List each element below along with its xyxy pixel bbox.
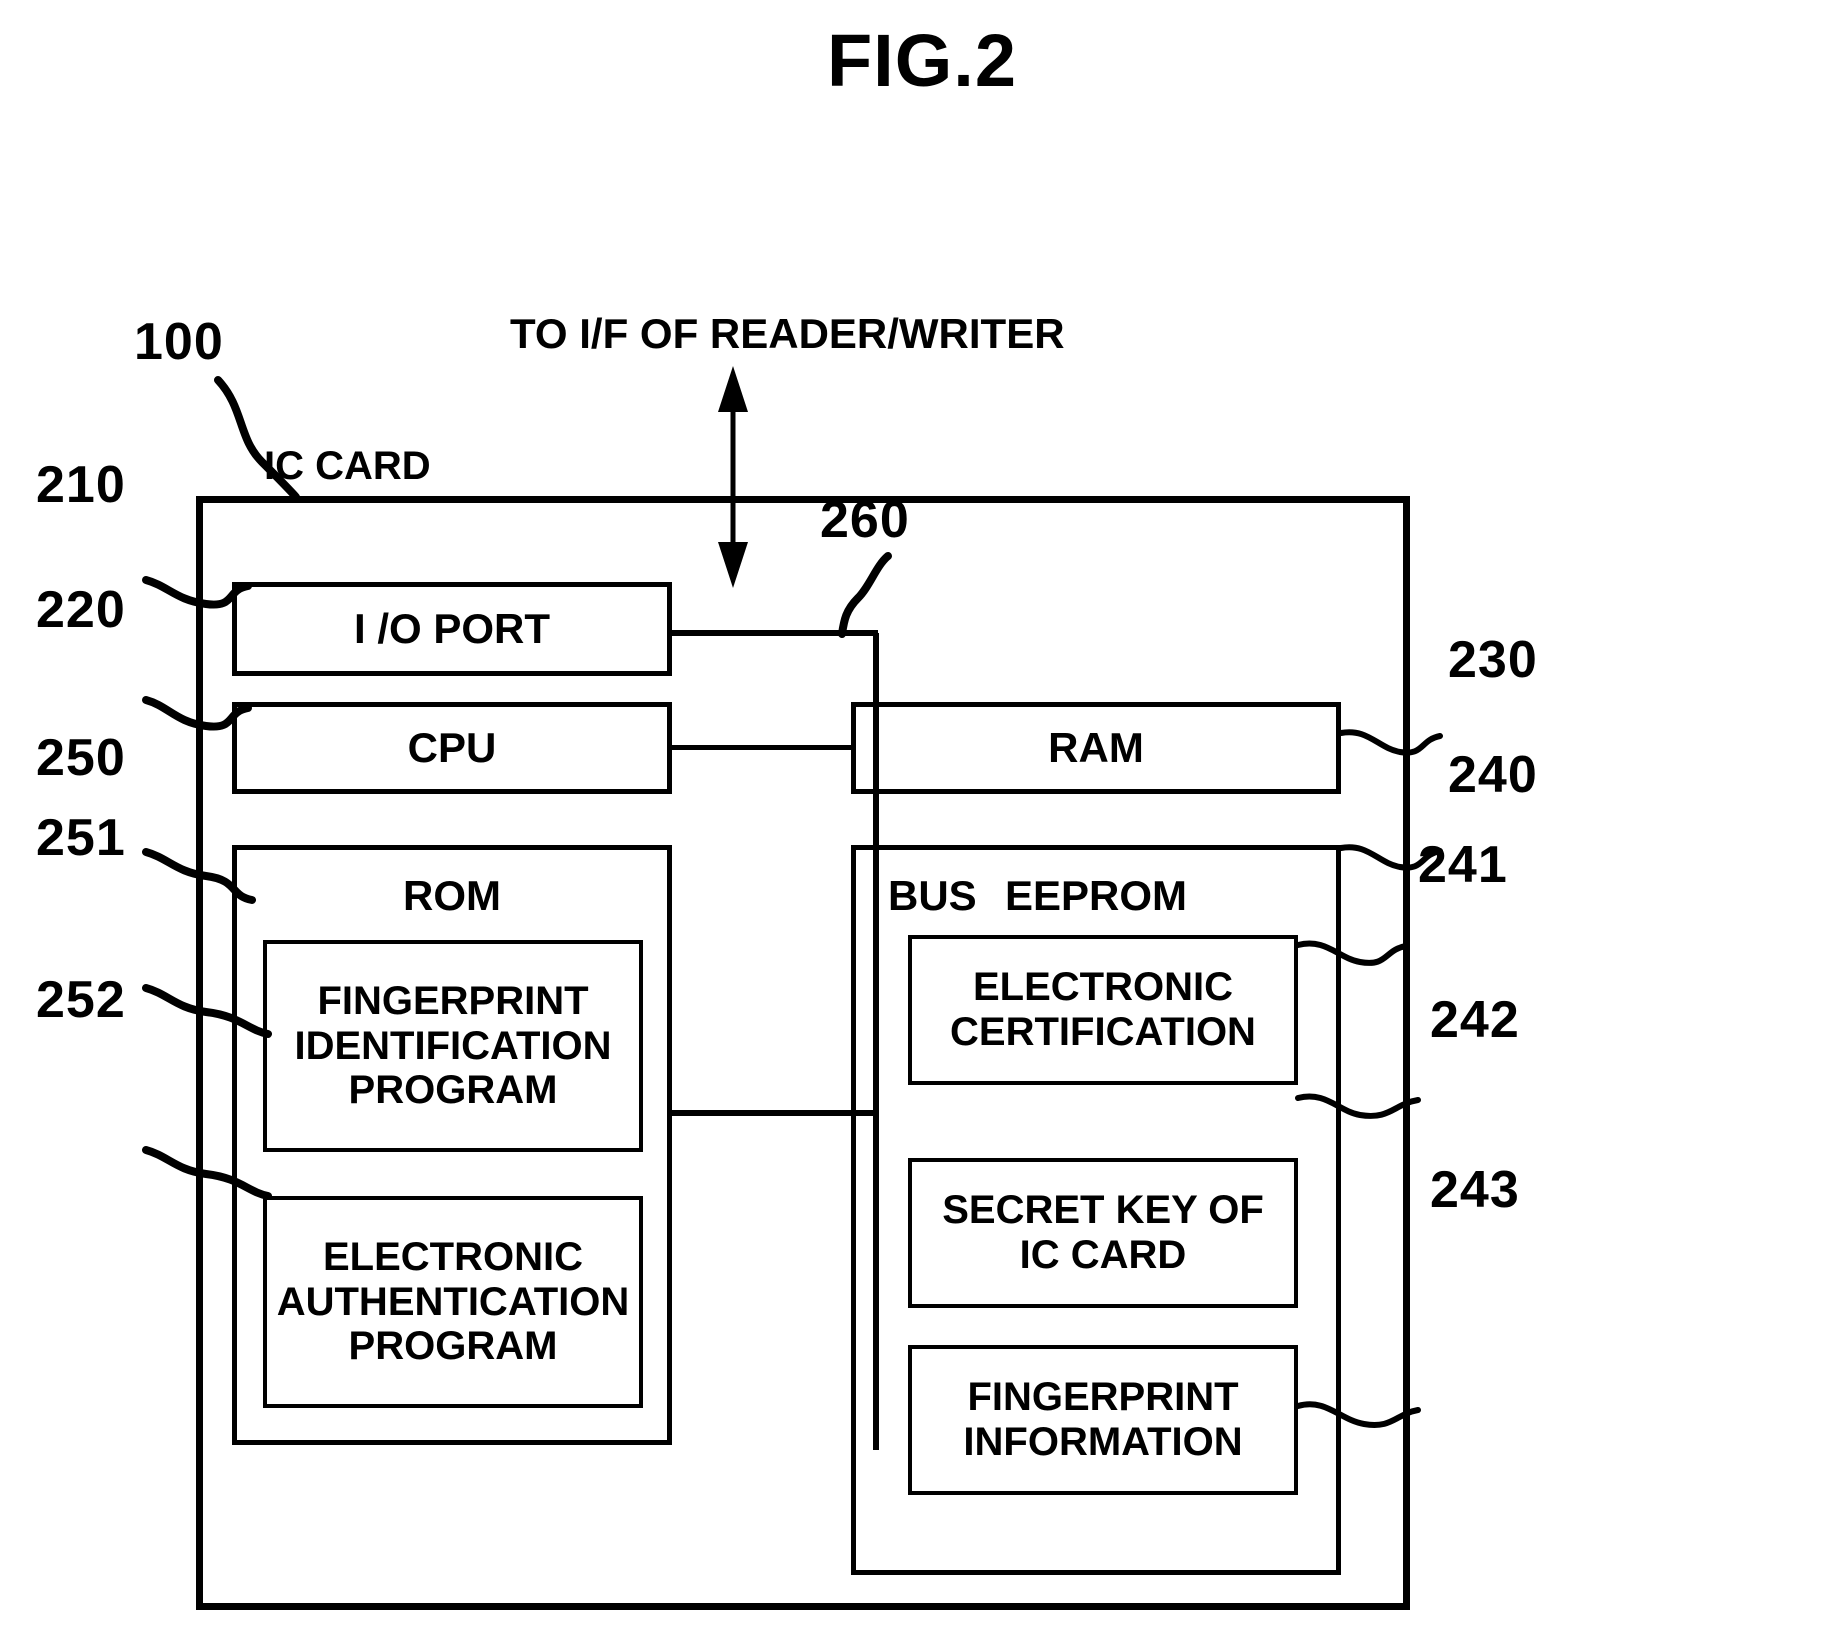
secret-key-of-ic-card-label: SECRET KEY OF IC CARD [908,1158,1298,1308]
ref-241: 241 [1418,836,1508,894]
io-port-label: I /O PORT [353,605,550,653]
ref-260: 260 [820,491,910,549]
ram-label: RAM [1048,724,1144,772]
eeprom-bus-branch-line [873,1110,879,1450]
eeprom-item-line2: CERTIFICATION [950,1010,1256,1054]
figure-title: FIG.2 [826,19,1018,102]
fingerprint-information-label: FINGERPRINT INFORMATION [908,1345,1298,1495]
ref-220: 220 [36,581,126,639]
eeprom-item-line1: ELECTRONIC [973,965,1233,1010]
ref-100: 100 [134,313,224,371]
ref-230: 230 [1448,631,1538,689]
rom-item-line2: IDENTIFICATION [294,1023,612,1068]
cpu-ram-bus-line [668,745,856,750]
bus-label: BUS [888,872,977,919]
rom-item-line1: FINGERPRINT [317,978,589,1023]
rom-bus-line [668,1110,878,1116]
ref-252: 252 [36,971,126,1029]
eeprom-item-line2: INFORMATION [963,1420,1243,1464]
ref-210: 210 [36,456,126,514]
fingerprint-identification-program-label: FINGERPRINT IDENTIFICATION PROGRAM [263,940,643,1152]
eeprom-item-line2: IC CARD [1019,1233,1187,1277]
ic-card-label: IC CARD [264,444,431,488]
ref-240: 240 [1448,746,1538,804]
rom-item-line3: PROGRAM [348,1324,558,1369]
ref-250: 250 [36,729,126,787]
electronic-certification-label: ELECTRONIC CERTIFICATION [908,935,1298,1085]
eeprom-item-line1: FINGERPRINT [967,1375,1239,1420]
top-annotation-label: TO I/F OF READER/WRITER [510,310,1065,357]
ref-242: 242 [1430,991,1520,1049]
rom-label: ROM [403,872,501,919]
ref-243: 243 [1430,1161,1520,1219]
rom-item-line2: AUTHENTICATION [276,1279,630,1324]
electronic-authentication-program-label: ELECTRONIC AUTHENTICATION PROGRAM [263,1196,643,1408]
io-port-bus-stub-h [668,630,878,636]
rom-item-line1: ELECTRONIC [323,1234,583,1279]
cpu-label: CPU [407,724,497,772]
eeprom-item-line1: SECRET KEY OF [942,1188,1264,1233]
rom-item-line3: PROGRAM [348,1068,558,1113]
ref-251: 251 [36,809,126,867]
